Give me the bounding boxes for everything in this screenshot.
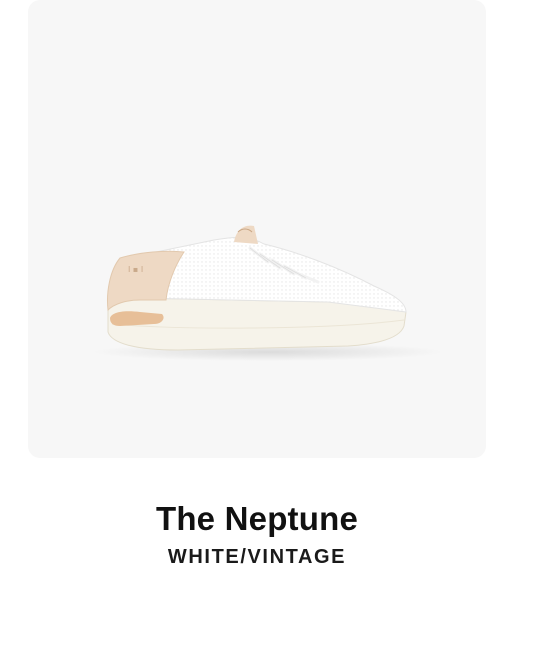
product-color-label: WHITE/VINTAGE (167, 546, 347, 568)
product-image[interactable]: I ▪ I (28, 0, 486, 458)
product-name[interactable]: The Neptune (0, 500, 514, 538)
sneaker-image: I ▪ I (93, 225, 443, 361)
svg-text:I ▪ I: I ▪ I (128, 265, 143, 274)
product-card[interactable]: I ▪ I The Neptune WHITE/VINTAGE (0, 0, 540, 665)
